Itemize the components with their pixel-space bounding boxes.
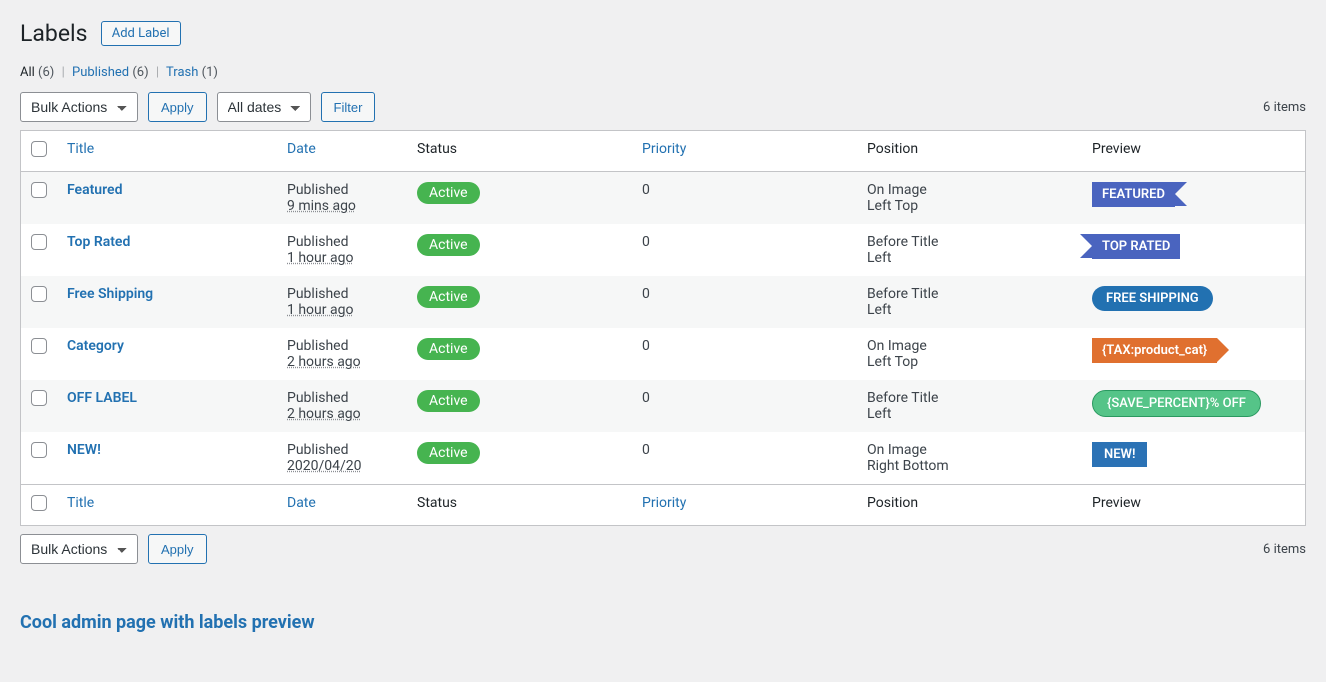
bulk-apply-button-bottom[interactable]: Apply <box>148 534 207 564</box>
row-priority: 0 <box>632 328 857 380</box>
table-row: Top Rated Published 1 hour ago Active 0 … <box>21 224 1305 276</box>
row-published-label: Published <box>287 234 397 250</box>
row-status-badge: Active <box>417 182 480 204</box>
row-published-time: 1 hour ago <box>287 302 397 318</box>
tablenav-top: Bulk Actions Apply All dates Filter 6 it… <box>20 92 1306 122</box>
row-checkbox[interactable] <box>31 182 47 198</box>
select-all-checkbox-top[interactable] <box>31 141 47 157</box>
filter-all-count: (6) <box>38 65 54 80</box>
row-title-link[interactable]: NEW! <box>67 442 101 458</box>
column-title-foot[interactable]: Title <box>57 484 277 525</box>
row-checkbox[interactable] <box>31 390 47 406</box>
bulk-apply-button-top[interactable]: Apply <box>148 92 207 122</box>
row-position-line1: On Image <box>867 338 1072 354</box>
filter-trash-count: (1) <box>202 65 218 80</box>
row-checkbox[interactable] <box>31 286 47 302</box>
column-title[interactable]: Title <box>57 131 277 172</box>
row-title-link[interactable]: OFF LABEL <box>67 390 137 406</box>
filter-all-label: All <box>20 65 35 80</box>
row-position-line1: On Image <box>867 442 1072 458</box>
row-status-badge: Active <box>417 390 480 412</box>
row-position-line2: Left <box>867 302 1072 318</box>
labels-table: Title Date Status Priority Position Prev… <box>20 130 1306 526</box>
add-label-button[interactable]: Add Label <box>101 21 181 46</box>
row-checkbox[interactable] <box>31 338 47 354</box>
items-count-top: 6 items <box>1263 100 1306 115</box>
status-filter-links: All (6) | Published (6) | Trash (1) <box>20 65 1306 80</box>
table-row: Category Published 2 hours ago Active 0 … <box>21 328 1305 380</box>
filter-published-label: Published <box>72 65 129 80</box>
row-priority: 0 <box>632 276 857 328</box>
row-checkbox[interactable] <box>31 442 47 458</box>
column-priority[interactable]: Priority <box>632 131 857 172</box>
row-priority: 0 <box>632 224 857 276</box>
row-status-badge: Active <box>417 234 480 256</box>
column-date[interactable]: Date <box>277 131 407 172</box>
filter-published[interactable]: Published (6) <box>72 65 152 80</box>
row-preview-label: FEATURED <box>1092 182 1175 207</box>
row-published-time: 2 hours ago <box>287 354 397 370</box>
row-published-label: Published <box>287 390 397 406</box>
filter-published-count: (6) <box>132 65 148 80</box>
column-preview-foot: Preview <box>1082 484 1305 525</box>
column-position: Position <box>857 131 1082 172</box>
row-published-label: Published <box>287 442 397 458</box>
row-status-badge: Active <box>417 286 480 308</box>
table-row: Free Shipping Published 1 hour ago Activ… <box>21 276 1305 328</box>
column-position-foot: Position <box>857 484 1082 525</box>
filter-button[interactable]: Filter <box>321 92 376 122</box>
row-position-line2: Left <box>867 406 1072 422</box>
row-position-line2: Left Top <box>867 354 1072 370</box>
filter-trash[interactable]: Trash (1) <box>166 65 218 80</box>
row-priority: 0 <box>632 432 857 484</box>
row-position-line2: Right Bottom <box>867 458 1072 474</box>
row-status-badge: Active <box>417 338 480 360</box>
row-title-link[interactable]: Category <box>67 338 124 354</box>
bulk-actions-select-bottom[interactable]: Bulk Actions <box>20 534 138 564</box>
row-published-time: 2 hours ago <box>287 406 397 422</box>
table-row: NEW! Published 2020/04/20 Active 0 On Im… <box>21 432 1305 484</box>
row-preview-label: {TAX:product_cat} <box>1092 338 1217 363</box>
row-position-line1: Before Title <box>867 390 1072 406</box>
row-published-time: 1 hour ago <box>287 250 397 266</box>
row-position-line1: Before Title <box>867 234 1072 250</box>
row-preview-label: {SAVE_PERCENT}% OFF <box>1092 390 1261 417</box>
column-priority-foot[interactable]: Priority <box>632 484 857 525</box>
row-position-line2: Left Top <box>867 198 1072 214</box>
column-status-foot: Status <box>407 484 632 525</box>
row-published-label: Published <box>287 286 397 302</box>
row-preview-label: TOP RATED <box>1092 234 1180 259</box>
row-position-line1: On Image <box>867 182 1072 198</box>
tablenav-bottom: Bulk Actions Apply 6 items <box>20 534 1306 564</box>
column-date-foot[interactable]: Date <box>277 484 407 525</box>
row-preview-label: FREE SHIPPING <box>1092 286 1213 311</box>
row-published-time: 2020/04/20 <box>287 458 397 474</box>
table-row: OFF LABEL Published 2 hours ago Active 0… <box>21 380 1305 432</box>
row-title-link[interactable]: Top Rated <box>67 234 130 250</box>
row-status-badge: Active <box>417 442 480 464</box>
row-title-link[interactable]: Featured <box>67 182 122 198</box>
select-all-checkbox-bottom[interactable] <box>31 495 47 511</box>
date-filter-select[interactable]: All dates <box>217 92 311 122</box>
filter-trash-label: Trash <box>166 65 198 80</box>
page-title: Labels <box>20 20 87 47</box>
table-row: Featured Published 9 mins ago Active 0 O… <box>21 172 1305 224</box>
row-preview-label: NEW! <box>1092 442 1147 467</box>
bulk-actions-select-top[interactable]: Bulk Actions <box>20 92 138 122</box>
row-priority: 0 <box>632 380 857 432</box>
row-checkbox[interactable] <box>31 234 47 250</box>
row-position-line1: Before Title <box>867 286 1072 302</box>
row-published-time: 9 mins ago <box>287 198 397 214</box>
row-title-link[interactable]: Free Shipping <box>67 286 153 302</box>
footer-promo-link[interactable]: Cool admin page with labels preview <box>20 612 315 633</box>
column-status: Status <box>407 131 632 172</box>
row-published-label: Published <box>287 182 397 198</box>
row-published-label: Published <box>287 338 397 354</box>
row-position-line2: Left <box>867 250 1072 266</box>
row-priority: 0 <box>632 172 857 224</box>
column-preview: Preview <box>1082 131 1305 172</box>
filter-all[interactable]: All (6) <box>20 65 58 80</box>
items-count-bottom: 6 items <box>1263 542 1306 557</box>
